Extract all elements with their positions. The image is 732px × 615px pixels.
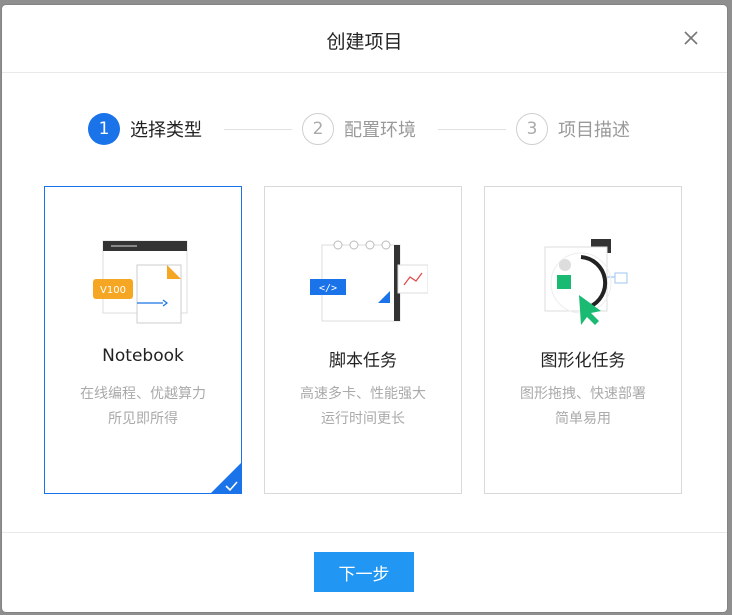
card-script-task[interactable]: </> 脚本任务 高速多卡、性能强大 运行时间更长 bbox=[264, 186, 462, 494]
card-desc-line: 运行时间更长 bbox=[321, 411, 405, 427]
graphic-illustration bbox=[485, 237, 681, 327]
step-2-label: 配置环境 bbox=[344, 120, 416, 141]
step-1: 1 选择类型 bbox=[88, 113, 202, 145]
step-1-number: 1 bbox=[88, 113, 120, 145]
card-graphic-task[interactable]: 图形化任务 图形拖拽、快速部署 简单易用 bbox=[484, 186, 682, 494]
card-description: 高速多卡、性能强大 运行时间更长 bbox=[265, 382, 461, 432]
create-project-dialog: 创建项目 1 选择类型 2 配置环境 3 项目描述 V100 Notebook … bbox=[2, 5, 727, 612]
selected-check-icon bbox=[210, 462, 242, 494]
step-2: 2 配置环境 bbox=[302, 113, 416, 145]
step-1-label: 选择类型 bbox=[130, 120, 202, 141]
close-icon[interactable] bbox=[681, 28, 701, 48]
step-2-number: 2 bbox=[302, 113, 334, 145]
dialog-title: 创建项目 bbox=[326, 31, 403, 53]
dialog-header: 创建项目 bbox=[2, 5, 727, 73]
card-title: 脚本任务 bbox=[329, 351, 397, 371]
step-3-number: 3 bbox=[516, 113, 548, 145]
svg-text:</>: </> bbox=[319, 283, 337, 294]
step-connector bbox=[438, 129, 506, 130]
card-title: 图形化任务 bbox=[540, 351, 626, 371]
card-description: 在线编程、优越算力 所见即所得 bbox=[45, 382, 241, 432]
notebook-illustration: V100 bbox=[45, 237, 241, 327]
step-3-label: 项目描述 bbox=[558, 120, 630, 141]
svg-text:V100: V100 bbox=[100, 285, 126, 296]
step-3: 3 项目描述 bbox=[516, 113, 630, 145]
card-desc-line: 在线编程、优越算力 bbox=[80, 386, 206, 402]
card-desc-line: 简单易用 bbox=[555, 411, 611, 427]
card-desc-line: 图形拖拽、快速部署 bbox=[520, 386, 646, 402]
step-indicator: 1 选择类型 2 配置环境 3 项目描述 bbox=[2, 113, 727, 153]
script-illustration: </> bbox=[265, 237, 461, 327]
card-description: 图形拖拽、快速部署 简单易用 bbox=[485, 382, 681, 432]
card-desc-line: 高速多卡、性能强大 bbox=[300, 386, 426, 402]
dialog-footer: 下一步 bbox=[2, 532, 727, 612]
card-notebook[interactable]: V100 Notebook 在线编程、优越算力 所见即所得 bbox=[44, 186, 242, 494]
card-title: Notebook bbox=[102, 346, 184, 366]
next-step-button[interactable]: 下一步 bbox=[314, 552, 414, 592]
step-connector bbox=[224, 129, 292, 130]
card-desc-line: 所见即所得 bbox=[108, 411, 178, 427]
